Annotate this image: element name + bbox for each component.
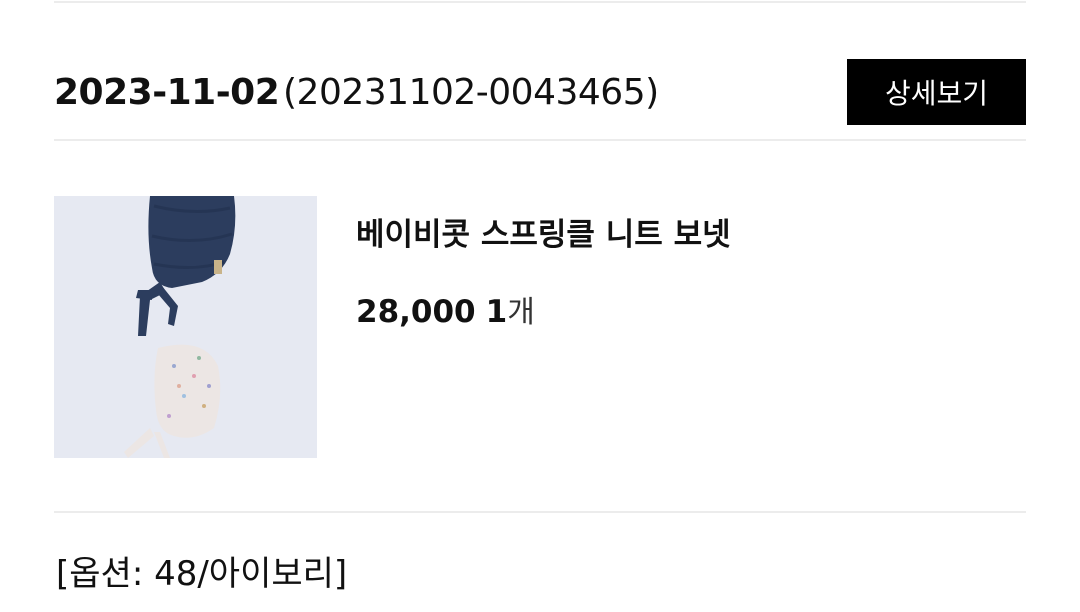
product-price: 28,000: [356, 294, 476, 330]
top-divider: [54, 1, 1026, 3]
order-number: (20231102-0043465): [283, 72, 659, 113]
product-name[interactable]: 베이비콧 스프링클 니트 보넷: [356, 215, 731, 255]
price-quantity: 28,000 1개: [356, 292, 535, 337]
quantity-unit: 개: [507, 295, 535, 330]
product-image[interactable]: [54, 196, 317, 458]
option-divider: [54, 511, 1026, 513]
product-quantity: 1: [485, 294, 508, 330]
view-details-button[interactable]: 상세보기: [847, 59, 1026, 125]
knit-bonnet-image: [124, 196, 236, 458]
order-header: 2023-11-02 (20231102-0043465) 상세보기: [54, 59, 1026, 126]
header-divider: [54, 139, 1026, 141]
order-date: 2023-11-02: [54, 72, 280, 113]
product-option: [옵션: 48/아이보리]: [56, 554, 348, 594]
